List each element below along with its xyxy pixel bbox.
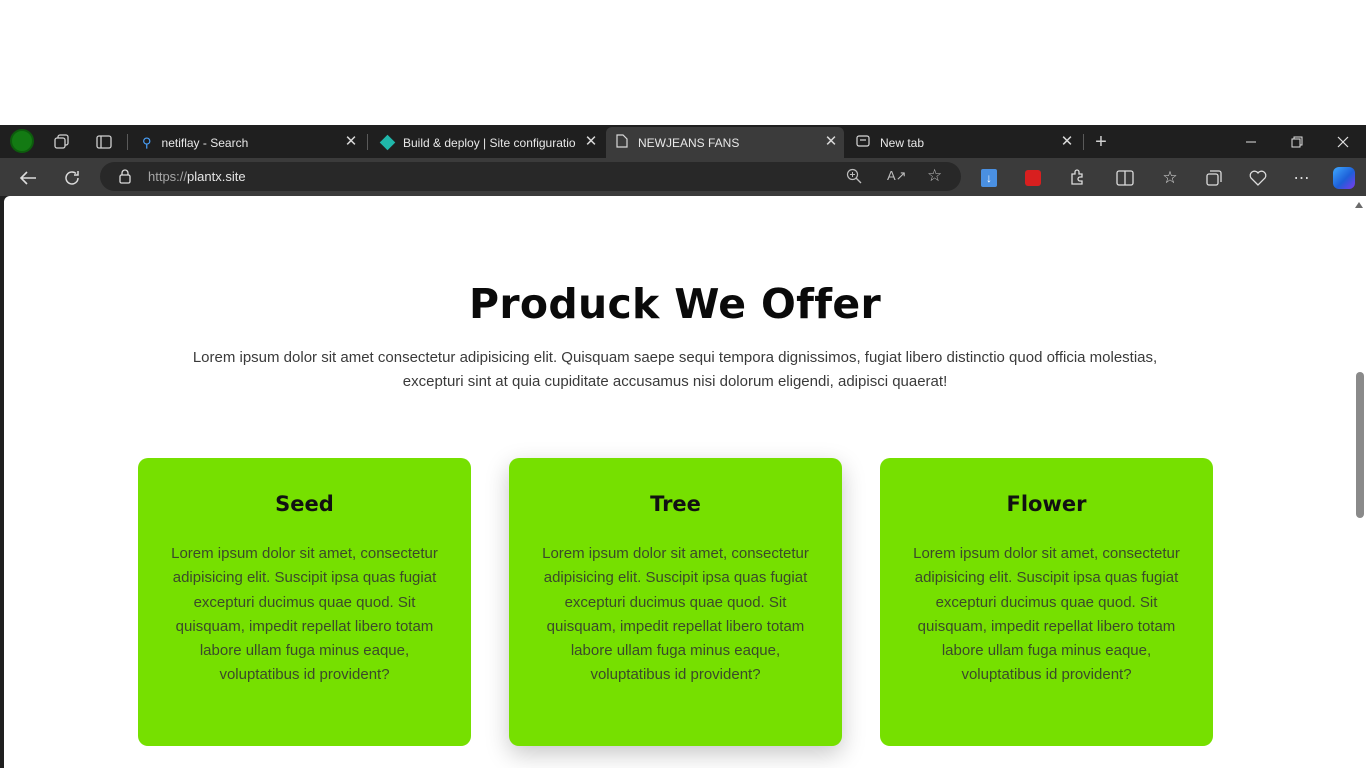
minimize-icon[interactable] bbox=[1228, 125, 1274, 158]
tab-newjeans-fans[interactable]: NEWJEANS FANS ✕ bbox=[606, 127, 844, 158]
tab-netiflay-search[interactable]: ⚲ netiflay - Search ✕ bbox=[132, 127, 364, 158]
close-icon[interactable]: ✕ bbox=[584, 134, 598, 149]
favorites-icon[interactable]: ☆ bbox=[1157, 165, 1183, 191]
card-description: Lorem ipsum dolor sit amet, consectetur … bbox=[542, 545, 809, 684]
tab-title: NEWJEANS FANS bbox=[638, 135, 740, 150]
tab-separator bbox=[367, 134, 368, 150]
tab-title: New tab bbox=[880, 135, 925, 150]
new-tab-plus-icon[interactable]: + bbox=[1090, 131, 1112, 153]
extensions-icon[interactable] bbox=[1064, 165, 1090, 191]
card-title: Flower bbox=[1006, 492, 1087, 516]
split-screen-icon[interactable] bbox=[1112, 165, 1138, 191]
tab-new-tab[interactable]: New tab ✕ bbox=[846, 127, 1080, 158]
tab-title: netiflay - Search bbox=[161, 135, 249, 150]
card-description: Lorem ipsum dolor sit amet, consectetur … bbox=[913, 545, 1180, 684]
url-text[interactable]: https://plantx.site bbox=[148, 169, 246, 184]
product-card-seed: Seed Lorem ipsum dolor sit amet, consect… bbox=[138, 458, 471, 746]
tab-separator bbox=[1083, 134, 1084, 150]
address-toolbar: https://plantx.site A↗ ☆ ↓ ☆ ⋯ bbox=[0, 158, 1366, 196]
browser-essentials-icon[interactable] bbox=[1245, 165, 1271, 191]
collections-icon[interactable] bbox=[1201, 165, 1227, 191]
download-extension-icon[interactable]: ↓ bbox=[976, 165, 1002, 191]
search-icon: ⚲ bbox=[142, 134, 152, 150]
new-tab-icon bbox=[856, 135, 870, 150]
scroll-up-arrow-icon[interactable] bbox=[1355, 202, 1363, 208]
tab-title: Build & deploy | Site configuratio bbox=[403, 135, 576, 150]
page-viewport: Produck We Offer Lorem ipsum dolor sit a… bbox=[4, 196, 1366, 768]
desktop-blank-area bbox=[0, 0, 1366, 125]
intro-paragraph: Lorem ipsum dolor sit amet consectetur a… bbox=[192, 349, 1158, 390]
vertical-scrollbar[interactable] bbox=[1352, 196, 1366, 768]
close-icon[interactable]: ✕ bbox=[344, 134, 358, 149]
zoom-icon[interactable] bbox=[846, 168, 862, 189]
read-aloud-icon[interactable]: A↗ bbox=[887, 168, 907, 184]
close-icon[interactable]: ✕ bbox=[824, 134, 838, 149]
scrollbar-thumb[interactable] bbox=[1356, 372, 1364, 518]
card-description: Lorem ipsum dolor sit amet, consectetur … bbox=[171, 545, 438, 684]
lock-icon[interactable] bbox=[119, 169, 131, 189]
window-close-icon[interactable] bbox=[1320, 125, 1366, 158]
workspaces-icon[interactable] bbox=[51, 131, 73, 153]
back-arrow-icon[interactable] bbox=[15, 165, 41, 191]
profile-avatar[interactable] bbox=[10, 129, 34, 153]
refresh-icon[interactable] bbox=[59, 165, 85, 191]
tab-strip: ⚲ netiflay - Search ✕ Build & deploy | S… bbox=[0, 125, 1366, 158]
tab-build-deploy[interactable]: Build & deploy | Site configuratio ✕ bbox=[370, 127, 604, 158]
tab-actions-icon[interactable] bbox=[93, 131, 115, 153]
product-card-flower: Flower Lorem ipsum dolor sit amet, conse… bbox=[880, 458, 1213, 746]
url-host: plantx.site bbox=[187, 169, 246, 184]
more-menu-icon[interactable]: ⋯ bbox=[1289, 165, 1315, 191]
card-title: Seed bbox=[275, 492, 334, 516]
favorite-star-icon[interactable]: ☆ bbox=[927, 166, 942, 186]
url-scheme: https:// bbox=[148, 169, 188, 184]
netlify-icon bbox=[379, 134, 396, 151]
product-card-tree: Tree Lorem ipsum dolor sit amet, consect… bbox=[509, 458, 842, 746]
browser-window: ⚲ netiflay - Search ✕ Build & deploy | S… bbox=[0, 125, 1366, 768]
page-icon bbox=[616, 134, 628, 151]
restore-icon[interactable] bbox=[1274, 125, 1320, 158]
address-bar[interactable]: https://plantx.site A↗ ☆ bbox=[100, 162, 961, 191]
red-extension-icon[interactable] bbox=[1020, 165, 1046, 191]
card-title: Tree bbox=[650, 492, 701, 516]
page-title: Produck We Offer bbox=[468, 280, 882, 328]
tab-separator bbox=[127, 134, 128, 150]
copilot-icon[interactable] bbox=[1331, 165, 1357, 191]
close-icon[interactable]: ✕ bbox=[1060, 134, 1074, 149]
